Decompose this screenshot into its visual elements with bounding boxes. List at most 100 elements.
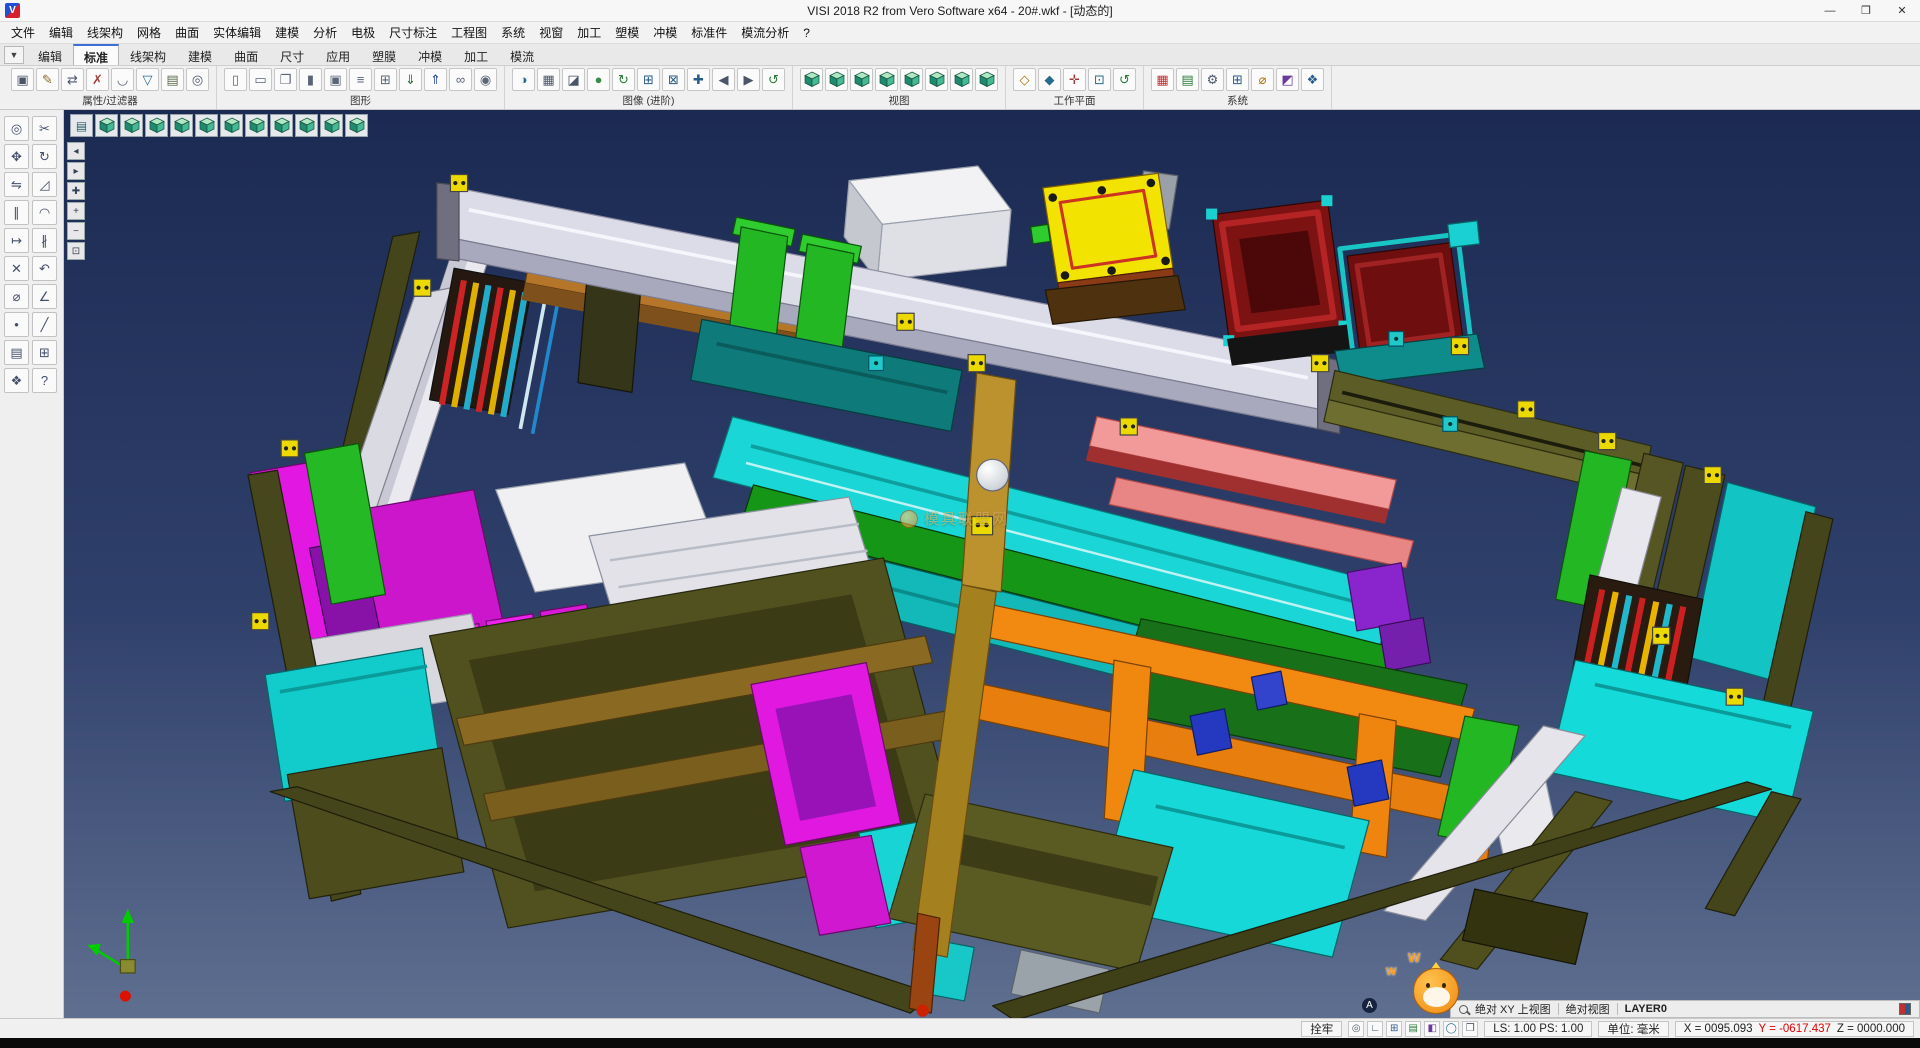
tab-10[interactable]: 模流 bbox=[499, 44, 545, 65]
workplane-reset-icon[interactable]: ↺ bbox=[1113, 68, 1136, 91]
menu-item-13[interactable]: 加工 bbox=[570, 22, 608, 43]
magnet-snap-icon[interactable]: ◡ bbox=[111, 68, 134, 91]
mini-pan-icon[interactable]: ✚ bbox=[67, 182, 85, 200]
iso-sw-view-icon[interactable] bbox=[345, 114, 368, 137]
layers-icon[interactable]: ▤ bbox=[1176, 68, 1199, 91]
tab-1[interactable]: 标准 bbox=[73, 44, 119, 65]
properties-icon[interactable]: ▣ bbox=[11, 68, 34, 91]
new-graphic-icon[interactable]: ▭ bbox=[249, 68, 272, 91]
trim-icon[interactable]: ✂ bbox=[32, 116, 57, 141]
move-icon[interactable]: ✥ bbox=[4, 144, 29, 169]
top-view-icon[interactable] bbox=[120, 114, 143, 137]
tab-9[interactable]: 加工 bbox=[453, 44, 499, 65]
viewport[interactable]: ▤ ◂▸✚+−⊡ 模具联盟网 W W A bbox=[64, 110, 1920, 1018]
delete-icon[interactable]: ✕ bbox=[4, 256, 29, 281]
extend-icon[interactable]: ↦ bbox=[4, 228, 29, 253]
group-icon[interactable]: ⊞ bbox=[374, 68, 397, 91]
menu-item-1[interactable]: 编辑 bbox=[42, 22, 80, 43]
right-view-icon[interactable] bbox=[245, 114, 268, 137]
wireframe-view-icon[interactable]: ▦ bbox=[537, 68, 560, 91]
stack-icon[interactable]: ≡ bbox=[349, 68, 372, 91]
info-panel-icon[interactable]: ❖ bbox=[4, 368, 29, 393]
menu-item-6[interactable]: 建模 bbox=[268, 22, 306, 43]
mini-zoom-in-icon[interactable]: + bbox=[67, 202, 85, 220]
menu-item-9[interactable]: 尺寸标注 bbox=[382, 22, 444, 43]
hidden-line-icon[interactable]: ◪ bbox=[562, 68, 585, 91]
close-button[interactable]: ✕ bbox=[1884, 0, 1920, 21]
menu-item-16[interactable]: 标准件 bbox=[684, 22, 734, 43]
status-world-icon[interactable]: ◯ bbox=[1443, 1021, 1459, 1037]
select-icon[interactable]: ◎ bbox=[4, 116, 29, 141]
tab-4[interactable]: 曲面 bbox=[223, 44, 269, 65]
measure-icon[interactable]: ⌀ bbox=[4, 284, 29, 309]
erase-attributes-icon[interactable]: ✗ bbox=[86, 68, 109, 91]
menu-item-8[interactable]: 电极 bbox=[344, 22, 382, 43]
dimension-icon[interactable]: ∠ bbox=[32, 284, 57, 309]
menu-item-10[interactable]: 工程图 bbox=[444, 22, 494, 43]
help-icon[interactable]: ? bbox=[32, 368, 57, 393]
mini-prev-view-icon[interactable]: ◂ bbox=[67, 142, 85, 160]
match-attributes-icon[interactable]: ⇄ bbox=[61, 68, 84, 91]
menu-item-7[interactable]: 分析 bbox=[306, 22, 344, 43]
iso-ne-view-icon[interactable] bbox=[270, 114, 293, 137]
absolute-view-label[interactable]: 绝对视图 bbox=[1566, 1001, 1610, 1017]
tab-2[interactable]: 线架构 bbox=[119, 44, 177, 65]
view-top-icon[interactable] bbox=[825, 68, 848, 91]
next-view-icon[interactable]: ▶ bbox=[737, 68, 760, 91]
minimize-button[interactable]: — bbox=[1812, 0, 1848, 21]
left-view-icon[interactable] bbox=[220, 114, 243, 137]
grid-icon[interactable]: ⊞ bbox=[1226, 68, 1249, 91]
undo-icon[interactable]: ↶ bbox=[32, 256, 57, 281]
menu-item-3[interactable]: 网格 bbox=[130, 22, 168, 43]
mini-zoom-fit-icon[interactable]: ⊡ bbox=[67, 242, 85, 260]
box-icon[interactable]: ▣ bbox=[324, 68, 347, 91]
export-icon[interactable]: ⇑ bbox=[424, 68, 447, 91]
layer-selector[interactable]: LAYER0 bbox=[1625, 1003, 1667, 1015]
menu-item-15[interactable]: 冲模 bbox=[646, 22, 684, 43]
iso-view-icon[interactable] bbox=[95, 114, 118, 137]
iso-se-view-icon[interactable] bbox=[320, 114, 343, 137]
layer-filter-icon[interactable]: ▤ bbox=[161, 68, 184, 91]
settings-icon[interactable]: ⚙ bbox=[1201, 68, 1224, 91]
redraw-icon[interactable]: ↺ bbox=[762, 68, 785, 91]
menu-item-4[interactable]: 曲面 bbox=[168, 22, 206, 43]
menu-item-2[interactable]: 线架构 bbox=[80, 22, 130, 43]
tab-5[interactable]: 尺寸 bbox=[269, 44, 315, 65]
previous-view-icon[interactable]: ◀ bbox=[712, 68, 735, 91]
shaded-view-icon[interactable]: ◑ bbox=[512, 68, 535, 91]
graphics-list-icon[interactable]: ▯ bbox=[224, 68, 247, 91]
units-icon[interactable]: ⌀ bbox=[1251, 68, 1274, 91]
status-shade-icon[interactable]: ◧ bbox=[1424, 1021, 1440, 1037]
iso-nw-view-icon[interactable] bbox=[295, 114, 318, 137]
system-info-icon[interactable]: ❖ bbox=[1301, 68, 1324, 91]
workplane-face-icon[interactable]: ◆ bbox=[1038, 68, 1061, 91]
mini-zoom-out-icon[interactable]: − bbox=[67, 222, 85, 240]
filter-icon[interactable]: ▽ bbox=[136, 68, 159, 91]
attach-icon[interactable]: ∞ bbox=[449, 68, 472, 91]
mini-next-view-icon[interactable]: ▸ bbox=[67, 162, 85, 180]
menu-item-0[interactable]: 文件 bbox=[4, 22, 42, 43]
workplane-view-icon[interactable]: ⊡ bbox=[1088, 68, 1111, 91]
status-grid-icon[interactable]: ⊞ bbox=[1386, 1021, 1402, 1037]
rotate-icon[interactable]: ↻ bbox=[32, 144, 57, 169]
point-icon[interactable]: • bbox=[4, 312, 29, 337]
mirror-icon[interactable]: ⇋ bbox=[4, 172, 29, 197]
menu-item-18[interactable]: ? bbox=[796, 24, 817, 42]
view-dimetric-icon[interactable] bbox=[975, 68, 998, 91]
status-pick-icon[interactable]: ◎ bbox=[1348, 1021, 1364, 1037]
grid-panel-icon[interactable]: ⊞ bbox=[32, 340, 57, 365]
view-iso-icon[interactable] bbox=[800, 68, 823, 91]
offset-icon[interactable]: ∥ bbox=[4, 200, 29, 225]
view-bottom-icon[interactable] bbox=[950, 68, 973, 91]
tab-0[interactable]: 编辑 bbox=[27, 44, 73, 65]
menu-item-5[interactable]: 实体编辑 bbox=[206, 22, 268, 43]
view-right-icon[interactable] bbox=[925, 68, 948, 91]
view-mode-label[interactable]: 绝对 XY 上视图 bbox=[1475, 1001, 1551, 1017]
quick-pick-icon[interactable]: ◎ bbox=[186, 68, 209, 91]
layers-panel-icon[interactable]: ▤ bbox=[4, 340, 29, 365]
menu-item-11[interactable]: 系统 bbox=[494, 22, 532, 43]
break-icon[interactable]: ∦ bbox=[32, 228, 57, 253]
back-view-icon[interactable] bbox=[195, 114, 218, 137]
import-icon[interactable]: ⇓ bbox=[399, 68, 422, 91]
view-back-icon[interactable] bbox=[875, 68, 898, 91]
